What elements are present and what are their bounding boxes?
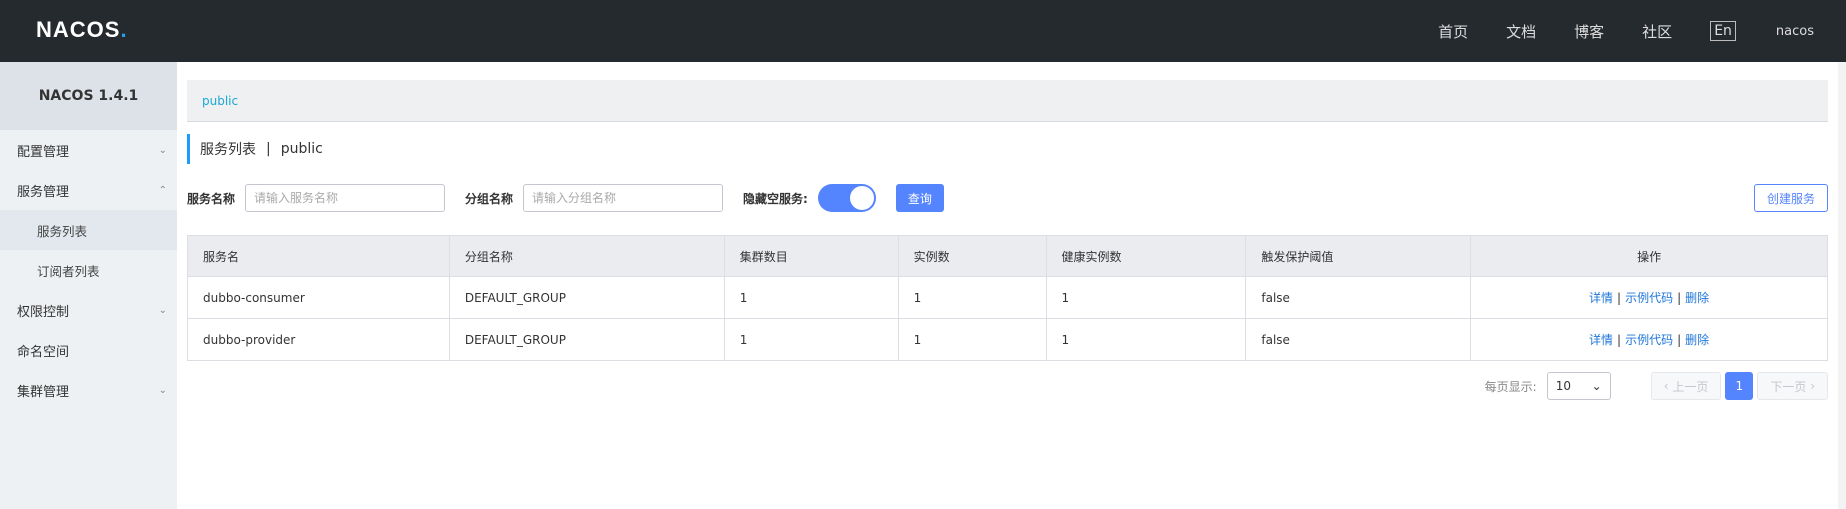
cell-healthy-count: 1 [1045, 318, 1247, 361]
sidebar-item-label: 权限控制 [17, 304, 70, 320]
nav-docs[interactable]: 文档 [1506, 21, 1536, 42]
service-name-label: 服务名称 [187, 191, 236, 206]
create-service-button[interactable]: 创建服务 [1753, 184, 1828, 212]
cell-operations: 详情 | 示例代码 | 删除 [1470, 276, 1828, 319]
chevron-down-icon: ⌄ [158, 384, 167, 396]
sidebar-item-auth[interactable]: 权限控制 ⌄ [0, 290, 177, 330]
page-1-button[interactable]: 1 [1725, 372, 1754, 400]
chevron-down-icon: ⌄ [158, 304, 167, 316]
cell-group-name: DEFAULT_GROUP [448, 318, 725, 361]
chevron-left-icon: ‹ [1663, 379, 1673, 393]
cell-threshold: false [1245, 276, 1472, 319]
filter-bar: 服务名称 分组名称 隐藏空服务: 查询 创建服务 [187, 182, 1828, 214]
delete-link[interactable]: 删除 [1685, 291, 1709, 305]
pagination: 每页显示: 10 ⌄ ‹ 上一页 1 下一页 › [187, 372, 1828, 400]
col-threshold[interactable]: 触发保护阈值 [1245, 235, 1472, 277]
chevron-down-icon: ⌄ [158, 144, 167, 156]
col-operations: 操作 [1470, 235, 1828, 277]
col-group-name[interactable]: 分组名称 [448, 235, 725, 277]
table-header-row: 服务名 分组名称 集群数目 实例数 健康实例数 触发保护阈值 操作 [187, 235, 1828, 277]
sidebar-item-label: 集群管理 [17, 384, 70, 400]
chevron-down-icon: ⌄ [1591, 379, 1602, 393]
table-row: dubbo-provider DEFAULT_GROUP 1 1 1 false… [187, 318, 1828, 361]
prev-page-label: 上一页 [1672, 379, 1709, 394]
page-title: 服务列表 | public [187, 134, 1828, 164]
cell-cluster-count: 1 [723, 318, 899, 361]
cell-cluster-count: 1 [723, 276, 899, 319]
nav-home[interactable]: 首页 [1438, 21, 1468, 42]
vertical-scrollbar[interactable] [1838, 62, 1846, 509]
col-service-name[interactable]: 服务名 [187, 235, 450, 277]
language-switch[interactable]: En [1710, 21, 1736, 41]
cell-healthy-count: 1 [1045, 276, 1247, 319]
col-cluster-count[interactable]: 集群数目 [723, 235, 899, 277]
service-table: 服务名 分组名称 集群数目 实例数 健康实例数 触发保护阈值 操作 dubbo-… [187, 235, 1828, 361]
sidebar-item-subscriber-list[interactable]: 订阅者列表 [0, 250, 177, 290]
sidebar-item-cluster[interactable]: 集群管理 ⌄ [0, 370, 177, 410]
next-page-button[interactable]: 下一页 › [1757, 372, 1828, 400]
op-separator: | [1677, 333, 1682, 347]
cell-group-name: DEFAULT_GROUP [448, 276, 725, 319]
sample-code-link[interactable]: 示例代码 [1625, 291, 1673, 305]
namespace-tab[interactable]: public [187, 80, 1828, 122]
nav-community[interactable]: 社区 [1642, 21, 1672, 42]
sidebar-item-service[interactable]: 服务管理 ⌃ [0, 170, 177, 210]
hide-empty-label: 隐藏空服务: [743, 191, 808, 206]
sidebar-item-label: 配置管理 [17, 144, 70, 160]
cell-threshold: false [1245, 318, 1472, 361]
sidebar-item-service-list[interactable]: 服务列表 [0, 210, 177, 250]
nacos-logo[interactable]: NACOS. [36, 17, 128, 43]
top-navbar: NACOS. 首页 文档 博客 社区 En nacos [0, 0, 1846, 62]
page-size-label: 每页显示: [1484, 379, 1537, 394]
sidebar-item-namespace[interactable]: 命名空间 [0, 330, 177, 370]
op-separator: | [1617, 333, 1622, 347]
next-page-label: 下一页 [1770, 379, 1807, 394]
delete-link[interactable]: 删除 [1685, 333, 1709, 347]
toggle-knob [849, 186, 874, 210]
version-label: NACOS 1.4.1 [0, 62, 177, 130]
prev-page-button[interactable]: ‹ 上一页 [1650, 372, 1722, 400]
col-instance-count[interactable]: 实例数 [897, 235, 1047, 277]
detail-link[interactable]: 详情 [1589, 291, 1613, 305]
cell-instance-count: 1 [897, 276, 1047, 319]
nav-blog[interactable]: 博客 [1574, 21, 1604, 42]
cell-service-name: dubbo-provider [187, 318, 450, 361]
main-content: public 服务列表 | public 服务名称 分组名称 隐藏空服务: 查询… [187, 80, 1828, 400]
title-separator: | [266, 141, 271, 157]
sidebar-item-config[interactable]: 配置管理 ⌄ [0, 130, 177, 170]
sample-code-link[interactable]: 示例代码 [1625, 333, 1673, 347]
table-row: dubbo-consumer DEFAULT_GROUP 1 1 1 false… [187, 276, 1828, 319]
sidebar-item-label: 命名空间 [17, 344, 70, 360]
chevron-up-icon: ⌃ [158, 184, 167, 196]
hide-empty-toggle[interactable] [817, 184, 876, 212]
col-healthy-count[interactable]: 健康实例数 [1045, 235, 1247, 277]
sidebar-item-label: 服务管理 [17, 184, 70, 200]
top-nav: 首页 文档 博客 社区 En nacos [1438, 0, 1846, 62]
cell-operations: 详情 | 示例代码 | 删除 [1470, 318, 1828, 361]
detail-link[interactable]: 详情 [1589, 333, 1613, 347]
chevron-right-icon: › [1806, 379, 1815, 393]
cell-instance-count: 1 [897, 318, 1047, 361]
search-button[interactable]: 查询 [895, 184, 944, 212]
op-separator: | [1677, 291, 1682, 305]
page-size-select[interactable]: 10 ⌄ [1546, 372, 1611, 400]
service-name-input[interactable] [245, 184, 446, 212]
op-separator: | [1617, 291, 1622, 305]
title-text: 服务列表 [200, 142, 256, 158]
user-menu[interactable]: nacos [1776, 24, 1814, 39]
page-size-value: 10 [1555, 379, 1571, 393]
group-name-label: 分组名称 [465, 191, 514, 206]
group-name-input[interactable] [523, 184, 724, 212]
sidebar: NACOS 1.4.1 配置管理 ⌄ 服务管理 ⌃ 服务列表 订阅者列表 权限控… [0, 62, 177, 509]
cell-service-name: dubbo-consumer [187, 276, 450, 319]
title-namespace: public [280, 141, 323, 157]
